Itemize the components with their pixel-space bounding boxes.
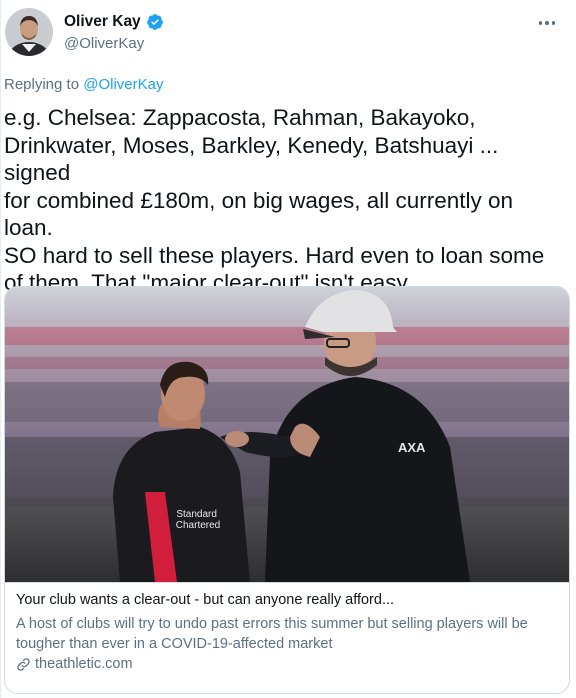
verified-badge-icon (146, 14, 163, 30)
card-meta[interactable]: Your club wants a clear-out - but can an… (5, 582, 569, 693)
sponsor-line-1: Standard (176, 509, 217, 520)
card-domain[interactable]: theathletic.com (16, 656, 133, 672)
display-name[interactable]: Oliver Kay (64, 13, 141, 31)
card-description: A host of clubs will try to undo past er… (16, 616, 528, 652)
replying-to-prefix: Replying to (4, 76, 80, 93)
link-card[interactable]: Standard Chartered AXA Your club wants a… (4, 286, 570, 694)
avatar-image (5, 8, 53, 56)
link-icon (17, 657, 30, 671)
tweet-text: e.g. Chelsea: Zappacosta, Rahman, Bakayo… (4, 105, 545, 295)
jacket-logo: AXA (398, 440, 426, 455)
avatar[interactable] (5, 8, 53, 56)
handle[interactable]: @OliverKay (64, 35, 144, 52)
timeline-border (0, 0, 1, 698)
card-domain-text[interactable]: theathletic.com (35, 656, 133, 672)
replying-to-link[interactable]: @OliverKay (83, 76, 163, 93)
card-image[interactable]: Standard Chartered AXA (5, 287, 569, 582)
tweet-header: Oliver Kay @OliverKay (0, 0, 576, 70)
replying-to: Replying to @OliverKay (4, 76, 163, 93)
sponsor-line-2: Chartered (176, 520, 220, 531)
card-title[interactable]: Your club wants a clear-out - but can an… (16, 592, 394, 608)
svg-text:Standard Chartered: Standard Chartered (176, 509, 220, 531)
more-dots-icon[interactable] (536, 12, 558, 34)
